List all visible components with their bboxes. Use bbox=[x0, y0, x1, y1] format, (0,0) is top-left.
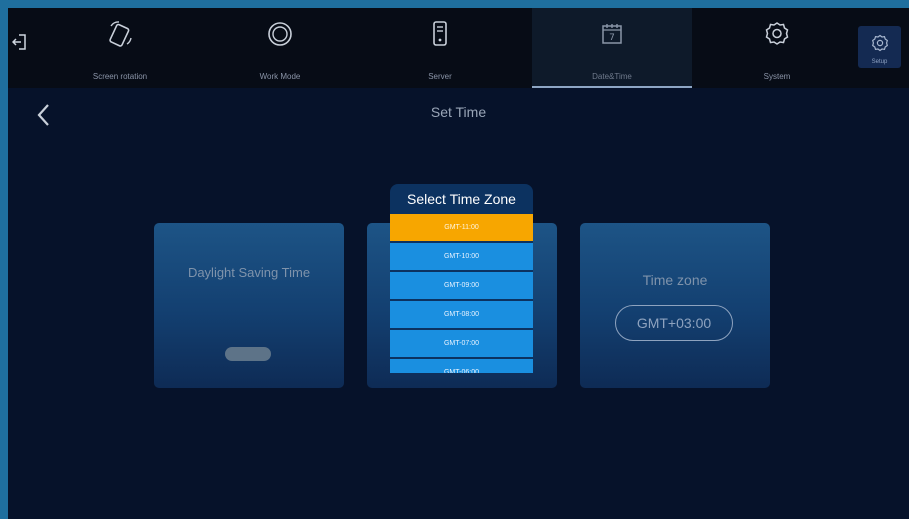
daylight-saving-title: Daylight Saving Time bbox=[187, 265, 311, 280]
tab-screen-rotation[interactable]: Screen rotation bbox=[40, 8, 200, 88]
svg-text:7: 7 bbox=[609, 33, 615, 43]
tab-server[interactable]: Server bbox=[360, 8, 520, 88]
tab-label: Screen rotation bbox=[92, 72, 148, 81]
time-zone-option[interactable]: GMT-08:00 bbox=[390, 301, 533, 328]
time-zone-option[interactable]: GMT-07:00 bbox=[390, 330, 533, 357]
time-zone-option[interactable]: GMT-10:00 bbox=[390, 243, 533, 270]
tab-label: Date&Time bbox=[592, 72, 632, 81]
active-tab-indicator bbox=[532, 86, 692, 88]
work-mode-icon bbox=[264, 18, 296, 50]
time-zone-value-button[interactable]: GMT+03:00 bbox=[615, 305, 733, 341]
time-zone-option[interactable]: GMT-09:00 bbox=[390, 272, 533, 299]
app-screen: Screen rotation Work Mode Server 7 Date&… bbox=[8, 8, 909, 519]
tab-label: Work Mode bbox=[259, 72, 301, 81]
daylight-saving-toggle[interactable] bbox=[225, 347, 271, 361]
exit-button[interactable] bbox=[8, 30, 30, 58]
page-title: Set Time bbox=[430, 104, 487, 120]
time-zone-list[interactable]: GMT-11:00 GMT-10:00 GMT-09:00 GMT-08:00 … bbox=[390, 214, 533, 373]
setup-gear-icon bbox=[871, 34, 889, 57]
time-zone-title: Time zone bbox=[642, 272, 708, 288]
calendar-icon: 7 bbox=[596, 18, 628, 50]
exit-icon bbox=[11, 33, 26, 55]
setup-label: Setup bbox=[871, 59, 888, 65]
tab-label: Server bbox=[428, 72, 452, 81]
select-time-zone-dialog: Select Time Zone GMT-11:00 GMT-10:00 GMT… bbox=[390, 184, 533, 373]
setup-button[interactable]: Setup bbox=[858, 26, 901, 68]
system-gear-icon bbox=[761, 18, 793, 50]
daylight-saving-card: Daylight Saving Time bbox=[154, 223, 344, 388]
dialog-title: Select Time Zone bbox=[407, 191, 516, 207]
server-icon bbox=[424, 18, 456, 50]
tab-work-mode[interactable]: Work Mode bbox=[200, 8, 360, 88]
time-zone-option[interactable]: GMT-06:00 bbox=[390, 359, 533, 373]
tab-system[interactable]: System bbox=[697, 8, 857, 88]
screen-rotation-icon bbox=[104, 18, 136, 50]
tab-date-time[interactable]: 7 Date&Time bbox=[532, 8, 692, 88]
tab-label: System bbox=[763, 72, 791, 81]
time-zone-option-selected[interactable]: GMT-11:00 bbox=[390, 214, 533, 241]
time-zone-card: Time zone GMT+03:00 bbox=[580, 223, 770, 388]
top-navigation-bar: Screen rotation Work Mode Server 7 Date&… bbox=[8, 8, 909, 88]
